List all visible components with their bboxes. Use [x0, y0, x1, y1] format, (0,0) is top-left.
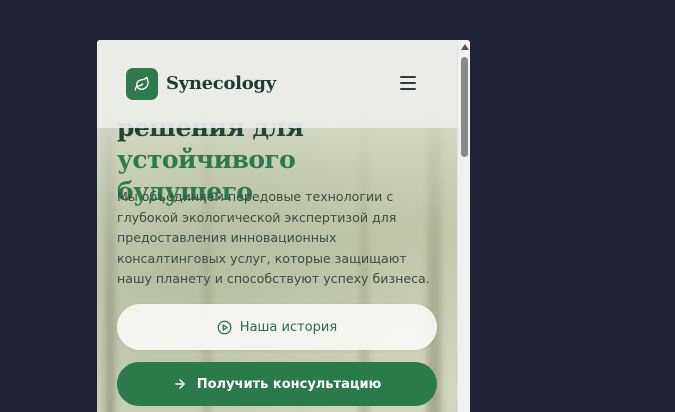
- viewport: Synecology решения для устойчивого будущ…: [97, 40, 457, 412]
- brand-name[interactable]: Synecology: [166, 73, 276, 94]
- our-story-button[interactable]: Наша история: [117, 304, 437, 350]
- background-tree: [105, 100, 115, 412]
- scroll-up-arrow-icon[interactable]: [461, 44, 469, 50]
- play-circle-icon: [217, 320, 232, 335]
- logo[interactable]: [126, 68, 158, 100]
- scrollbar-thumb[interactable]: [461, 57, 468, 157]
- hero-description: Мы объединяем передовые технологии с глу…: [117, 189, 430, 286]
- arrow-right-icon: [173, 377, 187, 391]
- mobile-frame: Synecology решения для устойчивого будущ…: [97, 40, 470, 412]
- site-header: Synecology: [97, 40, 457, 128]
- leaf-icon: [134, 76, 150, 92]
- get-consultation-label: Получить консультацию: [196, 376, 382, 392]
- menu-button[interactable]: [400, 76, 418, 92]
- get-consultation-button[interactable]: Получить консультацию: [117, 362, 437, 406]
- our-story-label: Наша история: [239, 319, 338, 335]
- vertical-scrollbar[interactable]: [457, 40, 470, 412]
- hamburger-menu-icon: [400, 76, 416, 78]
